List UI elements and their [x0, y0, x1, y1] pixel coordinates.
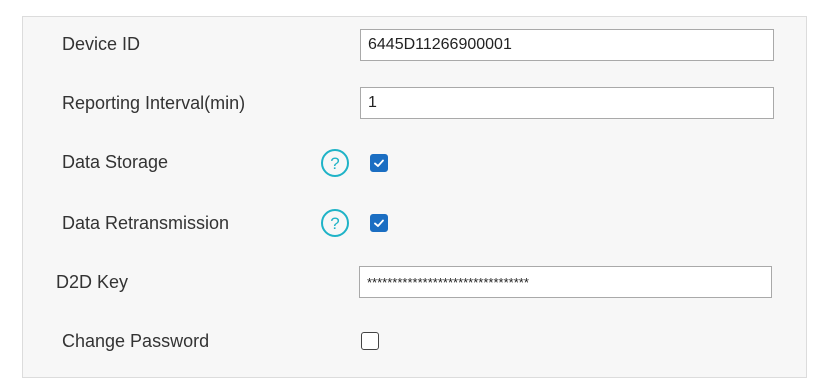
- question-circle-icon[interactable]: ?: [320, 148, 350, 178]
- reporting-interval-label: Reporting Interval(min): [62, 93, 246, 113]
- change-password-label: Change Password: [62, 331, 210, 351]
- device-id-field[interactable]: [360, 29, 774, 61]
- d2d-key-label: D2D Key: [56, 272, 129, 292]
- data-retransmission-label: Data Retransmission: [62, 213, 230, 233]
- d2d-key-field[interactable]: [359, 266, 772, 298]
- settings-panel: Device ID Reporting Interval(min) Data S…: [22, 16, 807, 378]
- svg-text:?: ?: [330, 154, 339, 173]
- change-password-checkbox[interactable]: [361, 332, 379, 350]
- data-storage-label: Data Storage: [62, 152, 169, 172]
- data-storage-checkbox[interactable]: [370, 154, 388, 172]
- device-id-label: Device ID: [62, 34, 141, 54]
- question-circle-icon[interactable]: ?: [320, 208, 350, 238]
- svg-text:?: ?: [330, 214, 339, 233]
- data-retransmission-checkbox[interactable]: [370, 214, 388, 232]
- reporting-interval-field[interactable]: [360, 87, 774, 119]
- page: Device ID Reporting Interval(min) Data S…: [0, 0, 818, 385]
